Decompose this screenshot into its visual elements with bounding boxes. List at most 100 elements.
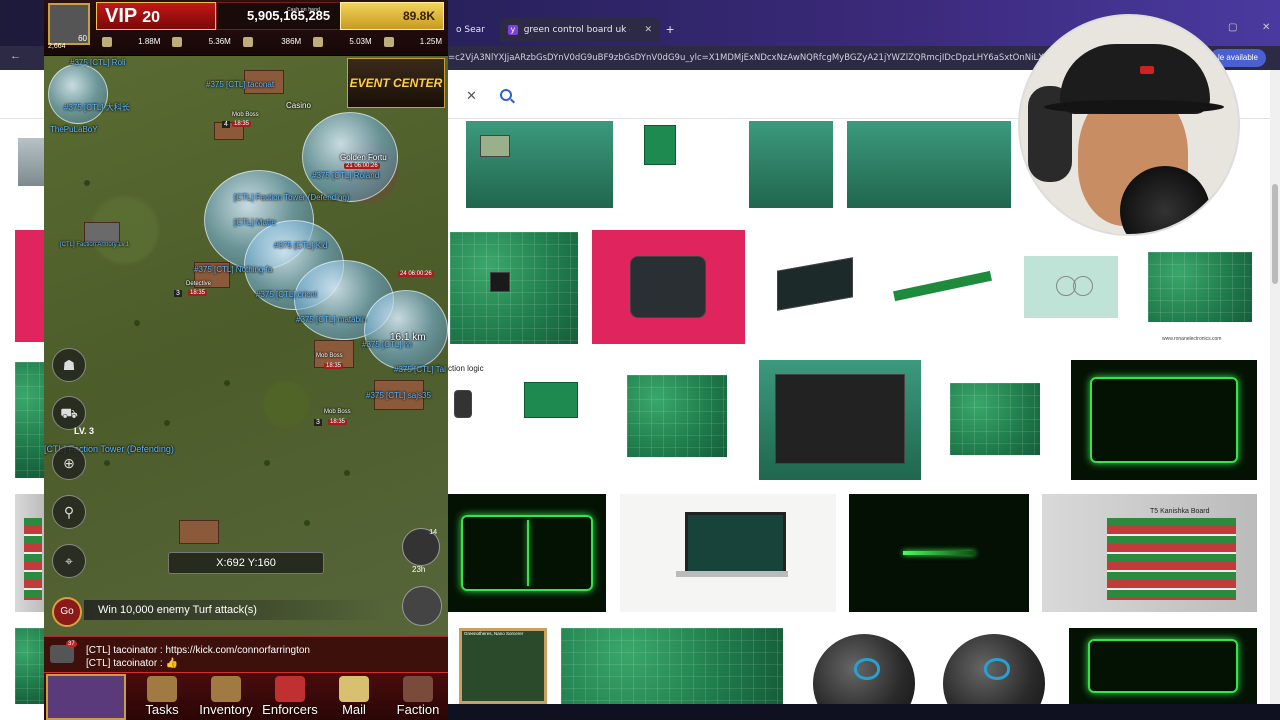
- nav-tasks[interactable]: Tasks: [130, 672, 194, 720]
- result-image[interactable]: [1069, 628, 1257, 704]
- result-image[interactable]: [18, 138, 44, 186]
- map-label[interactable]: #375 [CTL] Roli: [70, 58, 126, 67]
- result-image[interactable]: [592, 230, 745, 344]
- nav-faction[interactable]: Faction: [386, 672, 448, 720]
- resource-item[interactable]: 5.36M: [166, 32, 236, 52]
- cash-label: Cash on hand: [287, 7, 321, 13]
- nav-label: Tasks: [145, 702, 179, 717]
- chat-icon[interactable]: [50, 645, 74, 663]
- result-image[interactable]: [620, 494, 836, 612]
- timer-badge: 18:35: [328, 419, 348, 425]
- map-label[interactable]: #375 [CTL] Roland: [312, 171, 379, 180]
- map-label[interactable]: #375 [CTL] Nothing fa: [194, 265, 272, 274]
- crosshair-icon[interactable]: ⊕: [52, 446, 86, 480]
- timer-button[interactable]: 14: [402, 528, 440, 566]
- resource-item[interactable]: 5.03M: [307, 32, 377, 52]
- result-image[interactable]: [627, 375, 727, 457]
- go-button[interactable]: Go: [52, 597, 82, 627]
- nav-mail[interactable]: Mail: [322, 672, 386, 720]
- result-image[interactable]: [887, 258, 997, 310]
- map-label[interactable]: [CTL] Faction Armory Lv.1: [60, 242, 129, 248]
- event-center-button[interactable]: EVENT CENTER: [347, 58, 445, 108]
- result-image[interactable]: [847, 121, 1011, 208]
- level-indicator: LV. 3: [74, 426, 95, 436]
- building[interactable]: [84, 222, 120, 244]
- map-label: Casino: [286, 101, 311, 110]
- result-image[interactable]: [448, 494, 606, 612]
- result-image[interactable]: [759, 360, 921, 480]
- gold-display[interactable]: 89.8K: [340, 2, 444, 30]
- result-image[interactable]: [930, 628, 1058, 704]
- quest-text[interactable]: Win 10,000 enemy Turf attack(s): [84, 600, 384, 620]
- resource-item[interactable]: 1.88M: [96, 32, 166, 52]
- back-arrow-icon[interactable]: ←: [10, 50, 21, 62]
- result-image[interactable]: [1071, 360, 1257, 480]
- window-close-icon[interactable]: ✕: [1262, 22, 1270, 33]
- nav-label: Enforcers: [262, 702, 318, 717]
- shield-dome: [48, 64, 108, 124]
- webcam-overlay: [1018, 14, 1240, 236]
- result-image[interactable]: [15, 362, 45, 478]
- resource-item[interactable]: 1.25M: [378, 32, 448, 52]
- chat-message: [CTL] tacoinator : https://kick.com/conn…: [86, 645, 310, 656]
- map-label[interactable]: #375 [CTL] Kid: [274, 241, 327, 250]
- result-image[interactable]: [450, 232, 578, 344]
- result-image[interactable]: [466, 121, 613, 208]
- result-image[interactable]: [15, 230, 45, 342]
- search-icon[interactable]: ⚲: [52, 495, 86, 529]
- scrollbar-thumb[interactable]: [1272, 184, 1278, 284]
- resource-item[interactable]: 386M: [237, 32, 307, 52]
- result-image[interactable]: [1024, 256, 1118, 318]
- result-image[interactable]: [950, 383, 1040, 455]
- enforcers-icon: [275, 676, 305, 702]
- map-label[interactable]: #375 [CTL] Ivi: [362, 340, 412, 349]
- map-label[interactable]: Golden Fortu: [340, 153, 387, 162]
- chat-panel[interactable]: 37 [CTL] tacoinator : https://kick.com/c…: [44, 636, 448, 672]
- nav-label: Inventory: [199, 702, 253, 717]
- coordinates-display[interactable]: X:692 Y:160: [168, 552, 324, 574]
- result-image[interactable]: [450, 378, 610, 478]
- player-level: 60: [78, 34, 87, 43]
- scrollbar[interactable]: [1270, 70, 1280, 704]
- map-icon[interactable]: ⌖: [52, 544, 86, 578]
- map-label[interactable]: #375 [CTL] matabin: [296, 315, 366, 324]
- result-image[interactable]: [749, 121, 833, 208]
- maximize-icon[interactable]: ▢: [1228, 22, 1237, 33]
- result-image[interactable]: [459, 628, 547, 704]
- close-icon[interactable]: ✕: [466, 88, 477, 104]
- map-label[interactable]: #375 [CTL] cricnt: [256, 290, 317, 299]
- level-badge: 4: [222, 121, 230, 128]
- plus-icon[interactable]: +: [666, 21, 674, 37]
- mail-icon: [339, 676, 369, 702]
- chat-unread-badge: 37: [66, 641, 77, 647]
- vip-badge[interactable]: VIP 20: [96, 2, 216, 30]
- map-label[interactable]: ThePuLaBoY: [50, 125, 98, 134]
- player-avatar[interactable]: 60: [48, 3, 90, 45]
- truck-icon[interactable]: ⛟: [52, 396, 86, 430]
- tab-yahoo-search[interactable]: y green control board uk - Yahoo ✕: [500, 18, 660, 42]
- tab-label: green control board uk - Yahoo: [523, 25, 631, 35]
- search-icon[interactable]: [500, 89, 512, 101]
- result-image[interactable]: [15, 494, 45, 612]
- close-tab-icon[interactable]: ✕: [644, 25, 652, 35]
- revolver-icon[interactable]: [402, 586, 442, 626]
- timer-badge: 21 06:00:26: [344, 163, 380, 169]
- map-label[interactable]: [CTL] Faction Tower (Defending): [234, 193, 349, 202]
- map-label[interactable]: [CTL] Matte: [234, 218, 276, 227]
- nav-inventory[interactable]: Inventory: [194, 672, 258, 720]
- home-base-button[interactable]: [46, 674, 126, 720]
- result-image[interactable]: [15, 628, 45, 704]
- result-image[interactable]: [849, 494, 1029, 612]
- hood-icon[interactable]: ☗: [52, 348, 86, 382]
- map-label[interactable]: #375 [CTL] sajs35: [366, 391, 431, 400]
- result-image[interactable]: [636, 121, 684, 208]
- map-label[interactable]: #375 [CTL] taconat: [206, 80, 274, 89]
- map-label[interactable]: #375 [CTL] Tal: [394, 365, 446, 374]
- result-image[interactable]: [561, 628, 783, 704]
- result-image[interactable]: [759, 230, 871, 344]
- result-image[interactable]: [800, 628, 928, 704]
- nav-enforcers[interactable]: Enforcers: [258, 672, 322, 720]
- map-label[interactable]: #375 [CTL] 大科长: [64, 102, 130, 113]
- result-image[interactable]: [1148, 252, 1252, 322]
- building[interactable]: [179, 520, 219, 544]
